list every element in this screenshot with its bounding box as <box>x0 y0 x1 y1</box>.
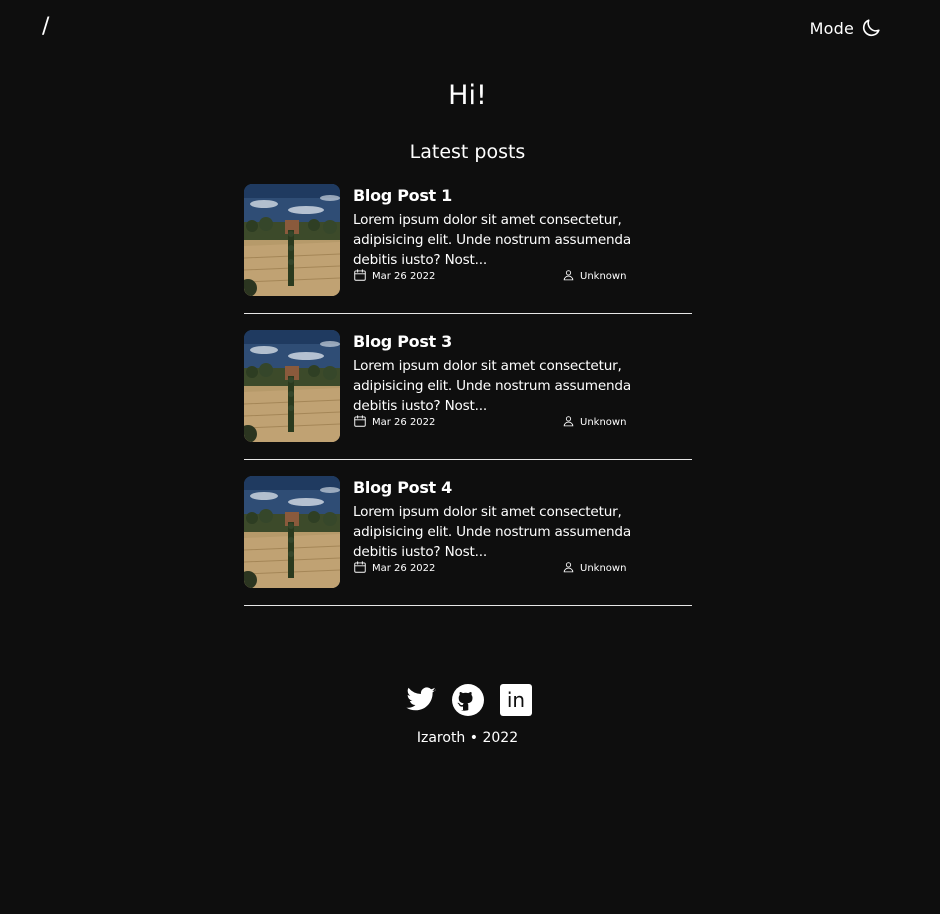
linkedin-icon[interactable]: in <box>499 684 532 716</box>
calendar-icon <box>353 268 367 285</box>
post-meta: Mar 26 2022 Unknown <box>353 560 633 576</box>
post-excerpt: Lorem ipsum dolor sit amet consectetur, … <box>353 504 631 560</box>
post-author-text: Unknown <box>580 417 627 428</box>
post-list: Blog Post 1 Lorem ipsum dolor sit amet c… <box>244 184 692 622</box>
post-author-text: Unknown <box>580 271 627 282</box>
post-body: Blog Post 4 Lorem ipsum dolor sit amet c… <box>353 476 692 562</box>
post-card[interactable]: Blog Post 4 Lorem ipsum dolor sit amet c… <box>244 476 692 606</box>
user-icon <box>562 268 575 285</box>
post-thumbnail[interactable] <box>244 476 340 588</box>
page-greeting: Hi! <box>448 80 487 111</box>
page-footer: in Izaroth • 2022 <box>0 684 935 746</box>
post-date-text: Mar 26 2022 <box>372 271 436 282</box>
theme-mode-toggle[interactable]: Mode <box>810 17 882 39</box>
post-card[interactable]: Blog Post 1 Lorem ipsum dolor sit amet c… <box>244 184 692 314</box>
user-icon <box>562 560 575 577</box>
post-author: Unknown <box>562 560 626 577</box>
twitter-icon[interactable] <box>404 684 436 716</box>
post-body: Blog Post 3 Lorem ipsum dolor sit amet c… <box>353 330 692 416</box>
calendar-icon <box>353 560 367 577</box>
post-meta: Mar 26 2022 Unknown <box>353 414 633 430</box>
post-date: Mar 26 2022 <box>353 414 435 431</box>
linkedin-text: in <box>506 688 524 712</box>
post-thumbnail[interactable] <box>244 184 340 296</box>
mode-label: Mode <box>809 18 854 38</box>
post-date: Mar 26 2022 <box>353 268 435 285</box>
post-date: Mar 26 2022 <box>353 560 435 577</box>
top-bar: / Mode <box>0 0 940 56</box>
user-icon <box>562 414 575 431</box>
post-excerpt: Lorem ipsum dolor sit amet consectetur, … <box>353 358 631 414</box>
home-link[interactable]: / <box>42 14 49 39</box>
post-author: Unknown <box>562 268 626 285</box>
post-author: Unknown <box>562 414 626 431</box>
post-excerpt: Lorem ipsum dolor sit amet consectetur, … <box>353 212 631 268</box>
github-icon[interactable] <box>451 684 484 716</box>
social-links: in <box>0 684 935 716</box>
post-title[interactable]: Blog Post 4 <box>353 477 692 499</box>
post-meta: Mar 26 2022 Unknown <box>353 268 633 284</box>
post-date-text: Mar 26 2022 <box>372 563 436 574</box>
section-title-latest-posts: Latest posts <box>409 141 526 163</box>
copyright-text: Izaroth • 2022 <box>416 730 519 746</box>
moon-icon <box>860 17 882 39</box>
post-thumbnail[interactable] <box>244 330 340 442</box>
post-title[interactable]: Blog Post 1 <box>353 185 692 207</box>
post-date-text: Mar 26 2022 <box>372 417 436 428</box>
post-card[interactable]: Blog Post 3 Lorem ipsum dolor sit amet c… <box>244 330 692 460</box>
post-author-text: Unknown <box>580 563 627 574</box>
post-title[interactable]: Blog Post 3 <box>353 331 692 353</box>
calendar-icon <box>353 414 367 431</box>
post-body: Blog Post 1 Lorem ipsum dolor sit amet c… <box>353 184 692 270</box>
